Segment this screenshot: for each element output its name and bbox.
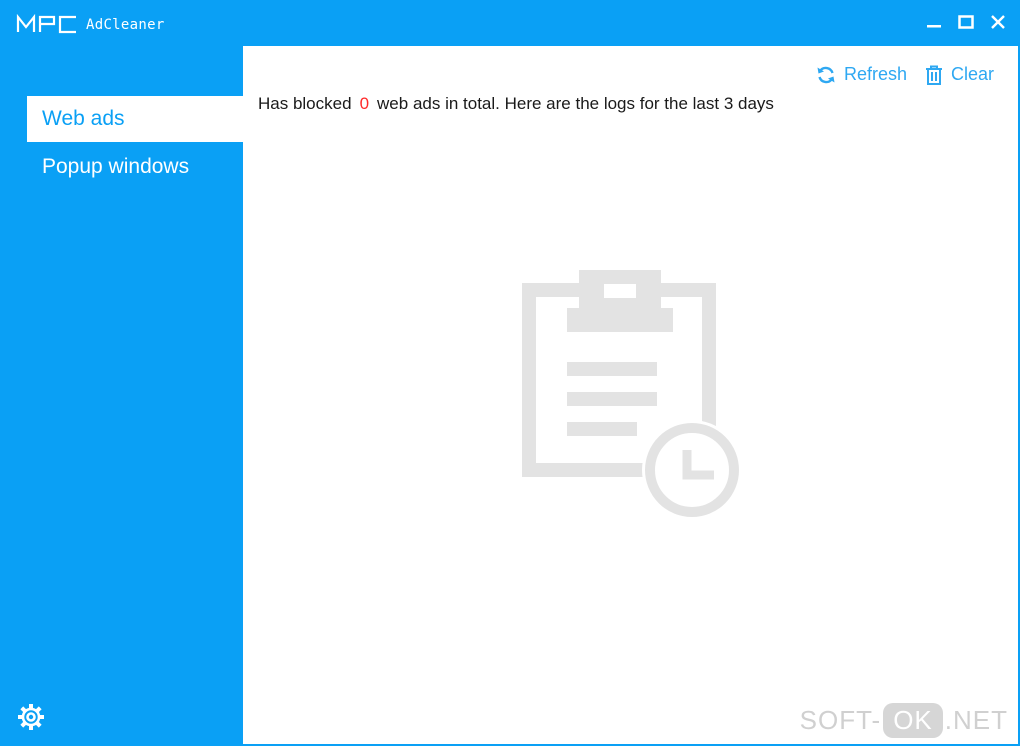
empty-state xyxy=(519,270,749,535)
app-title: AdCleaner xyxy=(86,17,165,33)
watermark: SOFT- OK .NET xyxy=(800,703,1008,738)
close-button[interactable] xyxy=(982,6,1014,38)
app-window: AdCleaner Web ads Popup windows Refresh … xyxy=(0,0,1020,746)
minimize-button[interactable] xyxy=(918,6,950,38)
maximize-icon xyxy=(958,15,974,29)
sidebar-item-web-ads[interactable]: Web ads xyxy=(27,96,243,142)
mpc-logo xyxy=(16,2,78,46)
sidebar-item-label: Web ads xyxy=(42,107,125,130)
clipboard-clock-icon xyxy=(522,270,742,520)
refresh-icon xyxy=(817,66,835,83)
blocked-count: 0 xyxy=(359,94,370,113)
toolbar: Refresh Clear xyxy=(798,64,994,85)
summary-prefix: Has blocked xyxy=(258,94,352,113)
sidebar: Web ads Popup windows xyxy=(2,46,243,744)
sidebar-item-label: Popup windows xyxy=(42,155,190,178)
summary-suffix: web ads in total. Here are the logs for … xyxy=(377,94,774,113)
trash-icon xyxy=(925,65,942,85)
watermark-left: SOFT- xyxy=(799,705,882,735)
settings-button[interactable] xyxy=(14,700,48,734)
main-content: Refresh Clear Has blocked 0 web ads in tot… xyxy=(243,46,1018,744)
sidebar-item-popup-windows[interactable]: Popup windows xyxy=(27,144,243,190)
minimize-icon xyxy=(927,25,941,28)
gear-icon xyxy=(18,704,44,730)
mpc-logo-icon xyxy=(16,14,76,34)
blocked-summary: Has blocked 0 web ads in total. Here are t… xyxy=(258,94,774,114)
clear-button[interactable]: Clear xyxy=(925,64,994,85)
refresh-button[interactable]: Refresh xyxy=(816,64,907,85)
clear-label: Clear xyxy=(950,64,994,84)
watermark-right: .NET xyxy=(944,705,1008,735)
window-controls xyxy=(918,2,1014,42)
maximize-button[interactable] xyxy=(950,6,982,38)
close-icon xyxy=(991,15,1005,29)
refresh-label: Refresh xyxy=(843,64,907,84)
title-bar[interactable]: AdCleaner xyxy=(2,2,1018,46)
watermark-mid: OK xyxy=(883,703,943,738)
